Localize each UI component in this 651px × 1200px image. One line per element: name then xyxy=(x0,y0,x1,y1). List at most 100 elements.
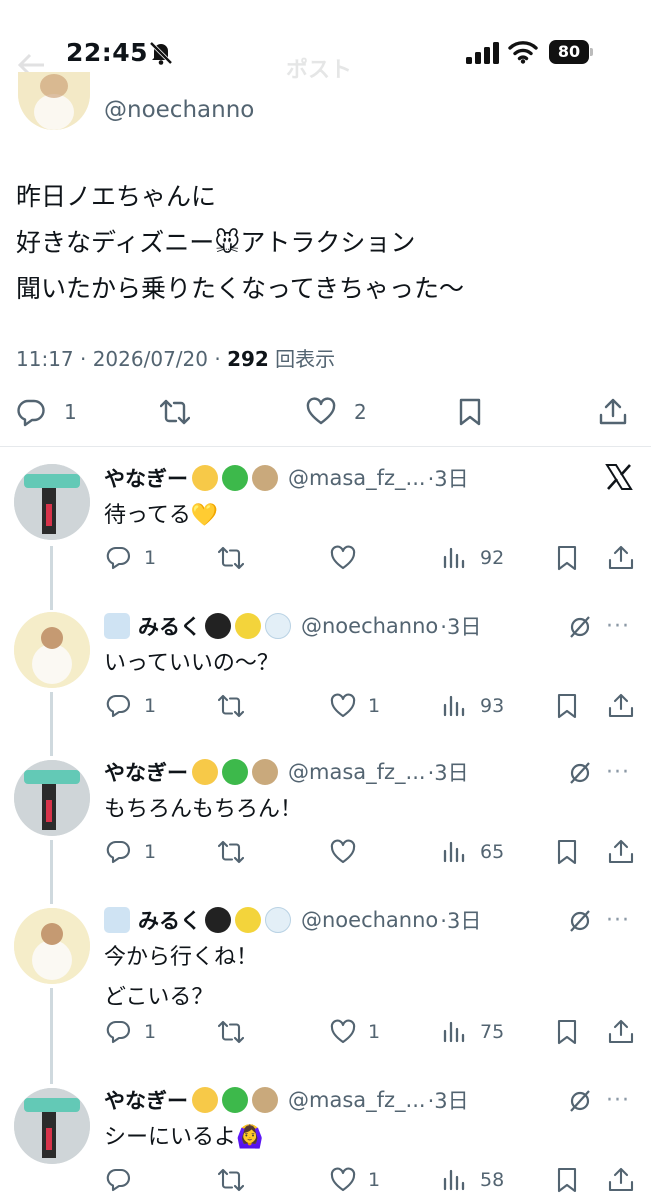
reply-button[interactable]: 1 xyxy=(16,390,77,434)
display-name[interactable]: みるく xyxy=(138,905,201,935)
grok-icon[interactable] xyxy=(567,614,593,640)
bookmark-button[interactable] xyxy=(554,688,580,724)
views-button[interactable]: 92 xyxy=(442,540,504,576)
avatar-image xyxy=(14,908,90,984)
reply-avatar[interactable] xyxy=(14,1088,90,1164)
reply-header: みるく @noechanno ·3日 xyxy=(104,904,481,936)
grok-icon[interactable] xyxy=(567,1088,593,1114)
repost-button[interactable] xyxy=(218,688,244,724)
view-count: 93 xyxy=(480,695,505,717)
repost-button[interactable] xyxy=(218,540,244,576)
author-avatar[interactable] xyxy=(18,72,90,130)
share-icon xyxy=(608,839,634,864)
analytics-icon xyxy=(443,1021,465,1043)
repost-button[interactable] xyxy=(218,1014,244,1050)
bookmark-button[interactable] xyxy=(455,390,485,434)
wifi-icon xyxy=(508,41,538,64)
view-count: 92 xyxy=(480,547,505,569)
like-button[interactable]: 1 xyxy=(330,1014,380,1050)
bookmark-button[interactable] xyxy=(554,1162,580,1198)
heart-icon xyxy=(330,839,356,864)
like-button[interactable]: 2 xyxy=(306,390,367,434)
reply-button[interactable]: 1 xyxy=(106,540,156,576)
page-title: ポスト xyxy=(286,58,353,83)
views-button[interactable]: 75 xyxy=(442,1014,504,1050)
reply-text: シーにいるよ🙆‍♀️ xyxy=(104,1118,263,1158)
reply-text: 待ってる💛 xyxy=(104,496,218,536)
display-name[interactable]: やなぎー xyxy=(104,1085,188,1115)
share-button[interactable] xyxy=(608,688,634,724)
display-name[interactable]: みるく xyxy=(138,611,201,641)
like-button[interactable] xyxy=(330,540,368,576)
more-options-icon[interactable]: ··· xyxy=(606,1088,630,1113)
tweet-line: 昨日ノエちゃんに xyxy=(16,182,217,211)
reply-avatar[interactable] xyxy=(14,464,90,540)
bow-arrow-icon xyxy=(252,1087,278,1113)
bubbles-icon xyxy=(265,613,291,639)
more-options-icon[interactable]: ··· xyxy=(606,908,630,933)
reply-count: 1 xyxy=(64,400,77,424)
reply-button[interactable]: 1 xyxy=(106,834,156,870)
reply-avatar[interactable] xyxy=(14,612,90,688)
grok-icon[interactable] xyxy=(567,908,593,934)
bookmark-button[interactable] xyxy=(554,834,580,870)
view-count: 58 xyxy=(480,1169,505,1191)
bookmark-icon xyxy=(557,1019,577,1045)
reply-icon xyxy=(106,1020,130,1044)
reply-handle[interactable]: @masa_fz_... xyxy=(288,466,426,490)
share-button[interactable] xyxy=(608,1162,634,1198)
bow-arrow-icon xyxy=(252,465,278,491)
bookmark-button[interactable] xyxy=(554,1014,580,1050)
share-button[interactable] xyxy=(608,1014,634,1050)
views-button[interactable]: 58 xyxy=(442,1162,504,1198)
repost-button[interactable] xyxy=(218,834,244,870)
reply-age: ·3日 xyxy=(440,615,482,639)
more-options-icon[interactable]: ··· xyxy=(606,760,630,785)
author-handle[interactable]: @noechanno xyxy=(104,97,254,123)
reply-handle[interactable]: @masa_fz_... xyxy=(288,760,426,784)
battery-indicator: 80 xyxy=(549,40,593,64)
views-button[interactable]: 65 xyxy=(442,834,504,870)
reply-avatar[interactable] xyxy=(14,908,90,984)
grok-icon[interactable] xyxy=(567,760,593,786)
reply-handle[interactable]: @masa_fz_... xyxy=(288,1088,426,1112)
views-button[interactable]: 93 xyxy=(442,688,504,724)
reply-avatar[interactable] xyxy=(14,760,90,836)
share-button[interactable] xyxy=(598,390,628,434)
share-button[interactable] xyxy=(608,540,634,576)
reply-button[interactable] xyxy=(106,1162,144,1198)
reply-count: 1 xyxy=(144,1021,157,1043)
reply-button[interactable]: 1 xyxy=(106,688,156,724)
bookmark-icon xyxy=(459,398,481,426)
repost-button[interactable] xyxy=(218,1162,244,1198)
repost-icon xyxy=(218,1020,244,1044)
repost-button[interactable] xyxy=(160,390,190,434)
reply-handle[interactable]: @noechanno xyxy=(301,614,438,638)
reply-action-bar: 1 92 xyxy=(0,540,651,576)
name-emoji xyxy=(104,907,134,933)
bookmark-icon xyxy=(557,693,577,719)
like-button[interactable]: 1 xyxy=(330,1162,380,1198)
share-button[interactable] xyxy=(608,834,634,870)
more-options-icon[interactable]: ··· xyxy=(606,614,630,639)
name-emoji xyxy=(205,613,295,639)
tweet-timestamp[interactable]: 11:17 · 2026/07/20 · xyxy=(16,347,227,371)
analytics-icon xyxy=(443,1169,465,1191)
heart-icon xyxy=(306,397,336,425)
tweet-meta: 11:17 · 2026/07/20 · 292 回表示 xyxy=(16,343,335,372)
reply-handle[interactable]: @noechanno xyxy=(301,908,438,932)
reply-button[interactable]: 1 xyxy=(106,1014,156,1050)
like-count: 1 xyxy=(368,1021,381,1043)
bookmark-icon xyxy=(557,545,577,571)
reply-action-bar: 1 1 75 xyxy=(0,1014,651,1050)
bookmark-button[interactable] xyxy=(554,540,580,576)
battery-nub xyxy=(590,48,593,56)
reply-icon xyxy=(106,840,130,864)
bubbles-icon xyxy=(265,907,291,933)
share-icon xyxy=(608,1019,634,1044)
display-name[interactable]: やなぎー xyxy=(104,463,188,493)
like-button[interactable] xyxy=(330,834,368,870)
display-name[interactable]: やなぎー xyxy=(104,757,188,787)
repost-icon xyxy=(160,399,190,425)
like-button[interactable]: 1 xyxy=(330,688,380,724)
